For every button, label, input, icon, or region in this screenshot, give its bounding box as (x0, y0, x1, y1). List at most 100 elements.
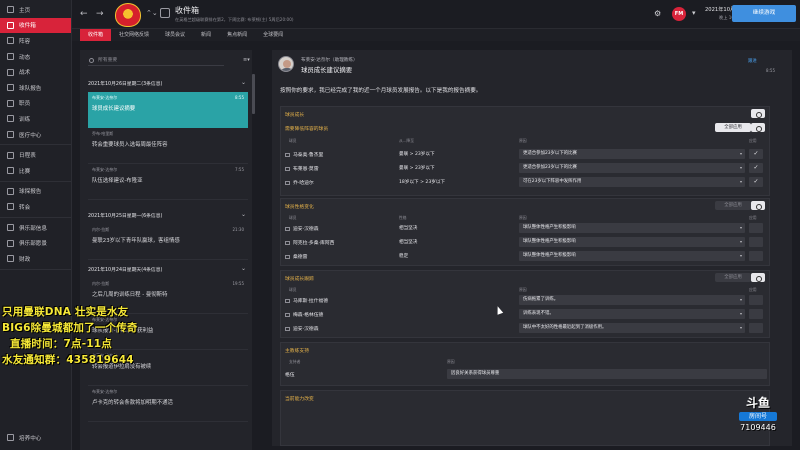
apply-checkbox[interactable]: ✓ (749, 149, 763, 159)
inbox-message[interactable]: 布莱安·达奈尔 球员成长建议摘要 8:55 (88, 92, 248, 128)
nav-item-club-info[interactable]: 俱乐部信息 (0, 220, 71, 236)
reason-select[interactable]: 球队整体性格产生积极影响 ▾ (519, 223, 745, 233)
table-row: 桑德雷 稳定 球队整体性格产生积极影响 ▾ (285, 251, 767, 262)
tab-inbox[interactable]: 收件箱 (80, 29, 112, 41)
home-icon (7, 6, 14, 14)
fm-menu-icon[interactable]: FM (672, 7, 686, 21)
club-crest-logo[interactable] (115, 3, 141, 27)
column-header: 原因 (519, 287, 527, 292)
inbox-message[interactable]: 布莱安·达奈尔 卢卡克的转会条款将加明期不通活 (88, 386, 248, 422)
apply-all-button[interactable]: 全部应用 (715, 201, 751, 210)
player-name[interactable]: 梅森·格林伍德 (285, 311, 323, 318)
apply-checkbox[interactable]: ✓ (749, 177, 763, 187)
message-time: 8:55 (766, 68, 775, 73)
reason-select[interactable]: 训练表现不错。 ▾ (519, 309, 745, 319)
inbox-group-header[interactable]: 2021年10月24日星期天(4条信息) ⌄ (88, 265, 248, 273)
reason-select[interactable]: 球队整体性格产生积极影响 ▾ (519, 251, 745, 261)
apply-checkbox[interactable] (749, 323, 763, 333)
apply-all-button[interactable]: 全部应用 (715, 123, 751, 132)
section-settings-icon[interactable] (751, 109, 765, 118)
tab-player-meetings[interactable]: 球员会议 (157, 29, 193, 41)
calendar-icon (7, 151, 14, 159)
nav-item-competitions[interactable]: 比赛 (0, 163, 71, 179)
scouting-icon (7, 187, 14, 195)
nav-item-club-vision[interactable]: 俱乐部愿景 (0, 235, 71, 251)
nav-item-medical[interactable]: 医疗中心 (0, 127, 71, 143)
dropdown-icon: ▾ (739, 325, 742, 330)
section-title: 球员成长跟踪 (285, 277, 314, 282)
douyu-logo: 斗鱼 (745, 396, 770, 410)
tab-world-news[interactable]: 全球要闻 (255, 29, 291, 41)
nav-item-scouting[interactable]: 球探报告 (0, 184, 71, 200)
player-name[interactable]: 桑德雷 (285, 253, 307, 260)
nav-item-dynamics[interactable]: 动态 (0, 49, 71, 65)
player-name[interactable]: 布莱恩·莫雷 (285, 165, 319, 172)
nav-item-tactics[interactable]: 战术 (0, 64, 71, 80)
section-settings-icon[interactable] (751, 273, 765, 282)
apply-checkbox[interactable] (749, 251, 763, 261)
column-header: 性格 (399, 215, 407, 220)
table-row: 格伍 因良好关系获得球员尊重 (285, 369, 767, 380)
apply-checkbox[interactable]: ✓ (749, 163, 763, 173)
forward-button[interactable]: → (96, 9, 104, 19)
player-name[interactable]: 迪安·汉德森 (285, 325, 319, 332)
apply-all-button[interactable]: 全部应用 (715, 273, 751, 282)
reason-select[interactable]: 更适合参加23岁以下的比赛 ▾ (519, 163, 745, 173)
apply-checkbox[interactable] (749, 295, 763, 305)
nav-item-finances[interactable]: 财政 (0, 251, 71, 267)
inbox-search-input[interactable]: 所有重要 (88, 56, 224, 66)
player-name[interactable]: 阿克拉·多桑·库阿西 (285, 239, 334, 246)
player-name[interactable]: 马库斯·拉什福德 (285, 297, 328, 304)
section-settings-icon[interactable] (751, 201, 765, 210)
nav-item-squad[interactable]: 阵容 (0, 33, 71, 49)
reason-select[interactable]: 伤病拖累了训练。 ▾ (519, 295, 745, 305)
message-title: 球员成长建议摘要 (301, 66, 353, 74)
inbox-group-header[interactable]: 2021年10月25日星期一(6条信息) ⌄ (88, 211, 248, 219)
tab-news[interactable]: 新闻 (193, 29, 219, 41)
apply-settings-icon[interactable] (751, 123, 765, 132)
inbox-filter-button[interactable]: ≡▾ (243, 57, 250, 63)
apply-checkbox[interactable] (749, 237, 763, 247)
follow-up-link[interactable]: 跟进 (748, 58, 757, 64)
reason-select[interactable]: 可在23岁以下阵容中发挥作用 ▾ (519, 177, 745, 187)
stream-overlay-line-3: 直播时间：7点-11点 (10, 338, 112, 350)
reason-select[interactable]: 球队整体性格产生积极影响 ▾ (519, 237, 745, 247)
apply-checkbox[interactable] (749, 223, 763, 233)
nav-item-home[interactable]: 主页 (0, 2, 71, 18)
avatar-body (280, 68, 293, 71)
reason-select[interactable]: 球队中不太好的性格最近起到了消极作用。 ▾ (519, 323, 745, 333)
chevron-down-icon: ⌄ (240, 265, 246, 272)
nav-item-team-report[interactable]: 球队报告 (0, 80, 71, 96)
nav-divider (0, 268, 71, 270)
tab-focus-news[interactable]: 焦点新闻 (219, 29, 255, 41)
menu-chevron-icon[interactable]: ▾ (692, 9, 696, 17)
apply-checkbox[interactable] (749, 309, 763, 319)
continue-button[interactable]: 继续游戏 (732, 5, 796, 22)
nav-item-schedule[interactable]: 日程表 (0, 147, 71, 163)
inbox-message[interactable]: 内尔·拉斯 曼联23岁以下青年队赢球，客组情感 21:30 (88, 224, 248, 260)
player-name[interactable]: 迪安·汉德森 (285, 225, 319, 232)
message-author[interactable]: 布莱安·达奈尔（助理教练） (301, 57, 358, 63)
column-header: 球员 (289, 138, 297, 143)
player-name[interactable]: 乔·哈迪尔 (285, 179, 314, 186)
inbox-scrollbar[interactable] (252, 74, 255, 114)
player-status-icon (285, 180, 290, 185)
club-switch-chevron-icon[interactable]: ⌃⌄ (146, 9, 158, 17)
table-row: 乔·哈迪尔 18岁以下 > 23岁以下 可在23岁以下阵容中发挥作用 ▾ ✓ (285, 177, 767, 188)
settings-gear-icon[interactable]: ⚙ (654, 9, 661, 18)
table-row: 迪安·汉德森 相当坚决 球队整体性格产生积极影响 ▾ (285, 223, 767, 234)
player-name[interactable]: 马泰奥·鲁杰里 (285, 151, 323, 158)
reason-select[interactable]: 更适合参加23岁以下的比赛 ▾ (519, 149, 745, 159)
tab-social-feedback[interactable]: 社交网络反馈 (111, 29, 157, 41)
nav-item-development-centre[interactable]: 培养中心 (0, 430, 71, 446)
inbox-message[interactable]: 乔布·哈里斯 转会重要球员入选每周最佳阵容 (88, 128, 248, 164)
back-button[interactable]: ← (80, 9, 88, 19)
nav-item-staff[interactable]: 职员 (0, 96, 71, 112)
table-row: 阿克拉·多桑·库阿西 相当坚决 球队整体性格产生积极影响 ▾ (285, 237, 767, 248)
nav-item-transfers[interactable]: 转会 (0, 199, 71, 215)
nav-item-inbox[interactable]: 收件箱 (0, 17, 71, 34)
supporter-name[interactable]: 格伍 (285, 371, 295, 378)
inbox-message[interactable]: 布莱安·达奈尔 队伍选择建议-布隆亚 7:55 (88, 164, 248, 200)
nav-item-training[interactable]: 训练 (0, 111, 71, 127)
inbox-group-header[interactable]: 2021年10月26日星期二(3条信息) ⌄ (88, 79, 248, 87)
